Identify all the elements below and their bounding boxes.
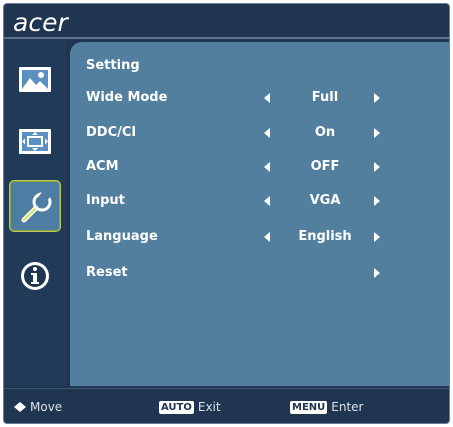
menu-key-badge: MENU xyxy=(290,401,328,414)
menu-row-language[interactable]: Language English xyxy=(70,227,449,247)
header-divider xyxy=(4,37,449,39)
arrow-right-icon[interactable] xyxy=(374,93,380,103)
menu-row-reset[interactable]: Reset xyxy=(70,263,449,283)
settings-panel: Setting Wide Mode Full DDC/CI On ACM OFF… xyxy=(70,42,449,386)
row-label: Language xyxy=(86,229,158,244)
arrow-left-icon[interactable] xyxy=(264,162,270,172)
auto-key-badge: AUTO xyxy=(159,401,194,414)
row-label: ACM xyxy=(86,159,119,174)
sidebar-item-picture[interactable] xyxy=(9,54,61,106)
arrow-right-icon[interactable] xyxy=(374,232,380,242)
osd-footer: Move AUTO Exit MENU Enter xyxy=(4,390,449,423)
auto-label: Exit xyxy=(197,400,221,414)
arrow-left-icon[interactable] xyxy=(264,128,270,138)
move-label: Move xyxy=(30,400,63,414)
row-value: Full xyxy=(311,90,339,105)
footer-divider xyxy=(4,388,449,389)
arrow-right-icon[interactable] xyxy=(374,162,380,172)
osd-sidebar xyxy=(4,40,66,386)
menu-row-acm[interactable]: ACM OFF xyxy=(70,157,449,177)
menu-row-wide-mode[interactable]: Wide Mode Full xyxy=(70,88,449,108)
row-value: English xyxy=(298,229,352,244)
wrench-setting-icon xyxy=(21,189,52,223)
picture-icon xyxy=(19,67,51,92)
row-label: Input xyxy=(86,193,125,208)
menu-row-ddc-ci[interactable]: DDC/CI On xyxy=(70,123,449,143)
arrow-left-icon[interactable] xyxy=(264,93,270,103)
arrow-right-icon[interactable] xyxy=(374,268,380,278)
footer-move-hint: Move xyxy=(14,399,62,415)
osd-window: acer Setting Wide Mode Full DDC/CI On AC… xyxy=(3,3,450,424)
arrow-left-icon[interactable] xyxy=(264,196,270,206)
row-label: Wide Mode xyxy=(86,90,168,105)
sidebar-item-information[interactable] xyxy=(9,250,61,302)
row-value: OFF xyxy=(310,159,340,174)
screen-position-icon xyxy=(19,129,51,154)
sidebar-item-setting[interactable] xyxy=(9,180,61,232)
row-label: DDC/CI xyxy=(86,125,137,140)
menu-row-input[interactable]: Input VGA xyxy=(70,191,449,211)
acer-logo: acer xyxy=(13,8,68,37)
footer-auto-hint: AUTO Exit xyxy=(159,399,221,415)
row-label: Reset xyxy=(86,265,128,280)
info-icon xyxy=(21,262,49,290)
row-value: On xyxy=(314,125,336,140)
panel-title: Setting xyxy=(86,58,140,73)
sidebar-item-position[interactable] xyxy=(9,116,61,168)
footer-menu-hint: MENU Enter xyxy=(290,399,364,415)
right-arrow-icon xyxy=(20,402,26,412)
row-value: VGA xyxy=(309,193,341,208)
menu-label: Enter xyxy=(331,400,364,414)
arrow-right-icon[interactable] xyxy=(374,128,380,138)
arrow-left-icon[interactable] xyxy=(264,232,270,242)
arrow-right-icon[interactable] xyxy=(374,196,380,206)
